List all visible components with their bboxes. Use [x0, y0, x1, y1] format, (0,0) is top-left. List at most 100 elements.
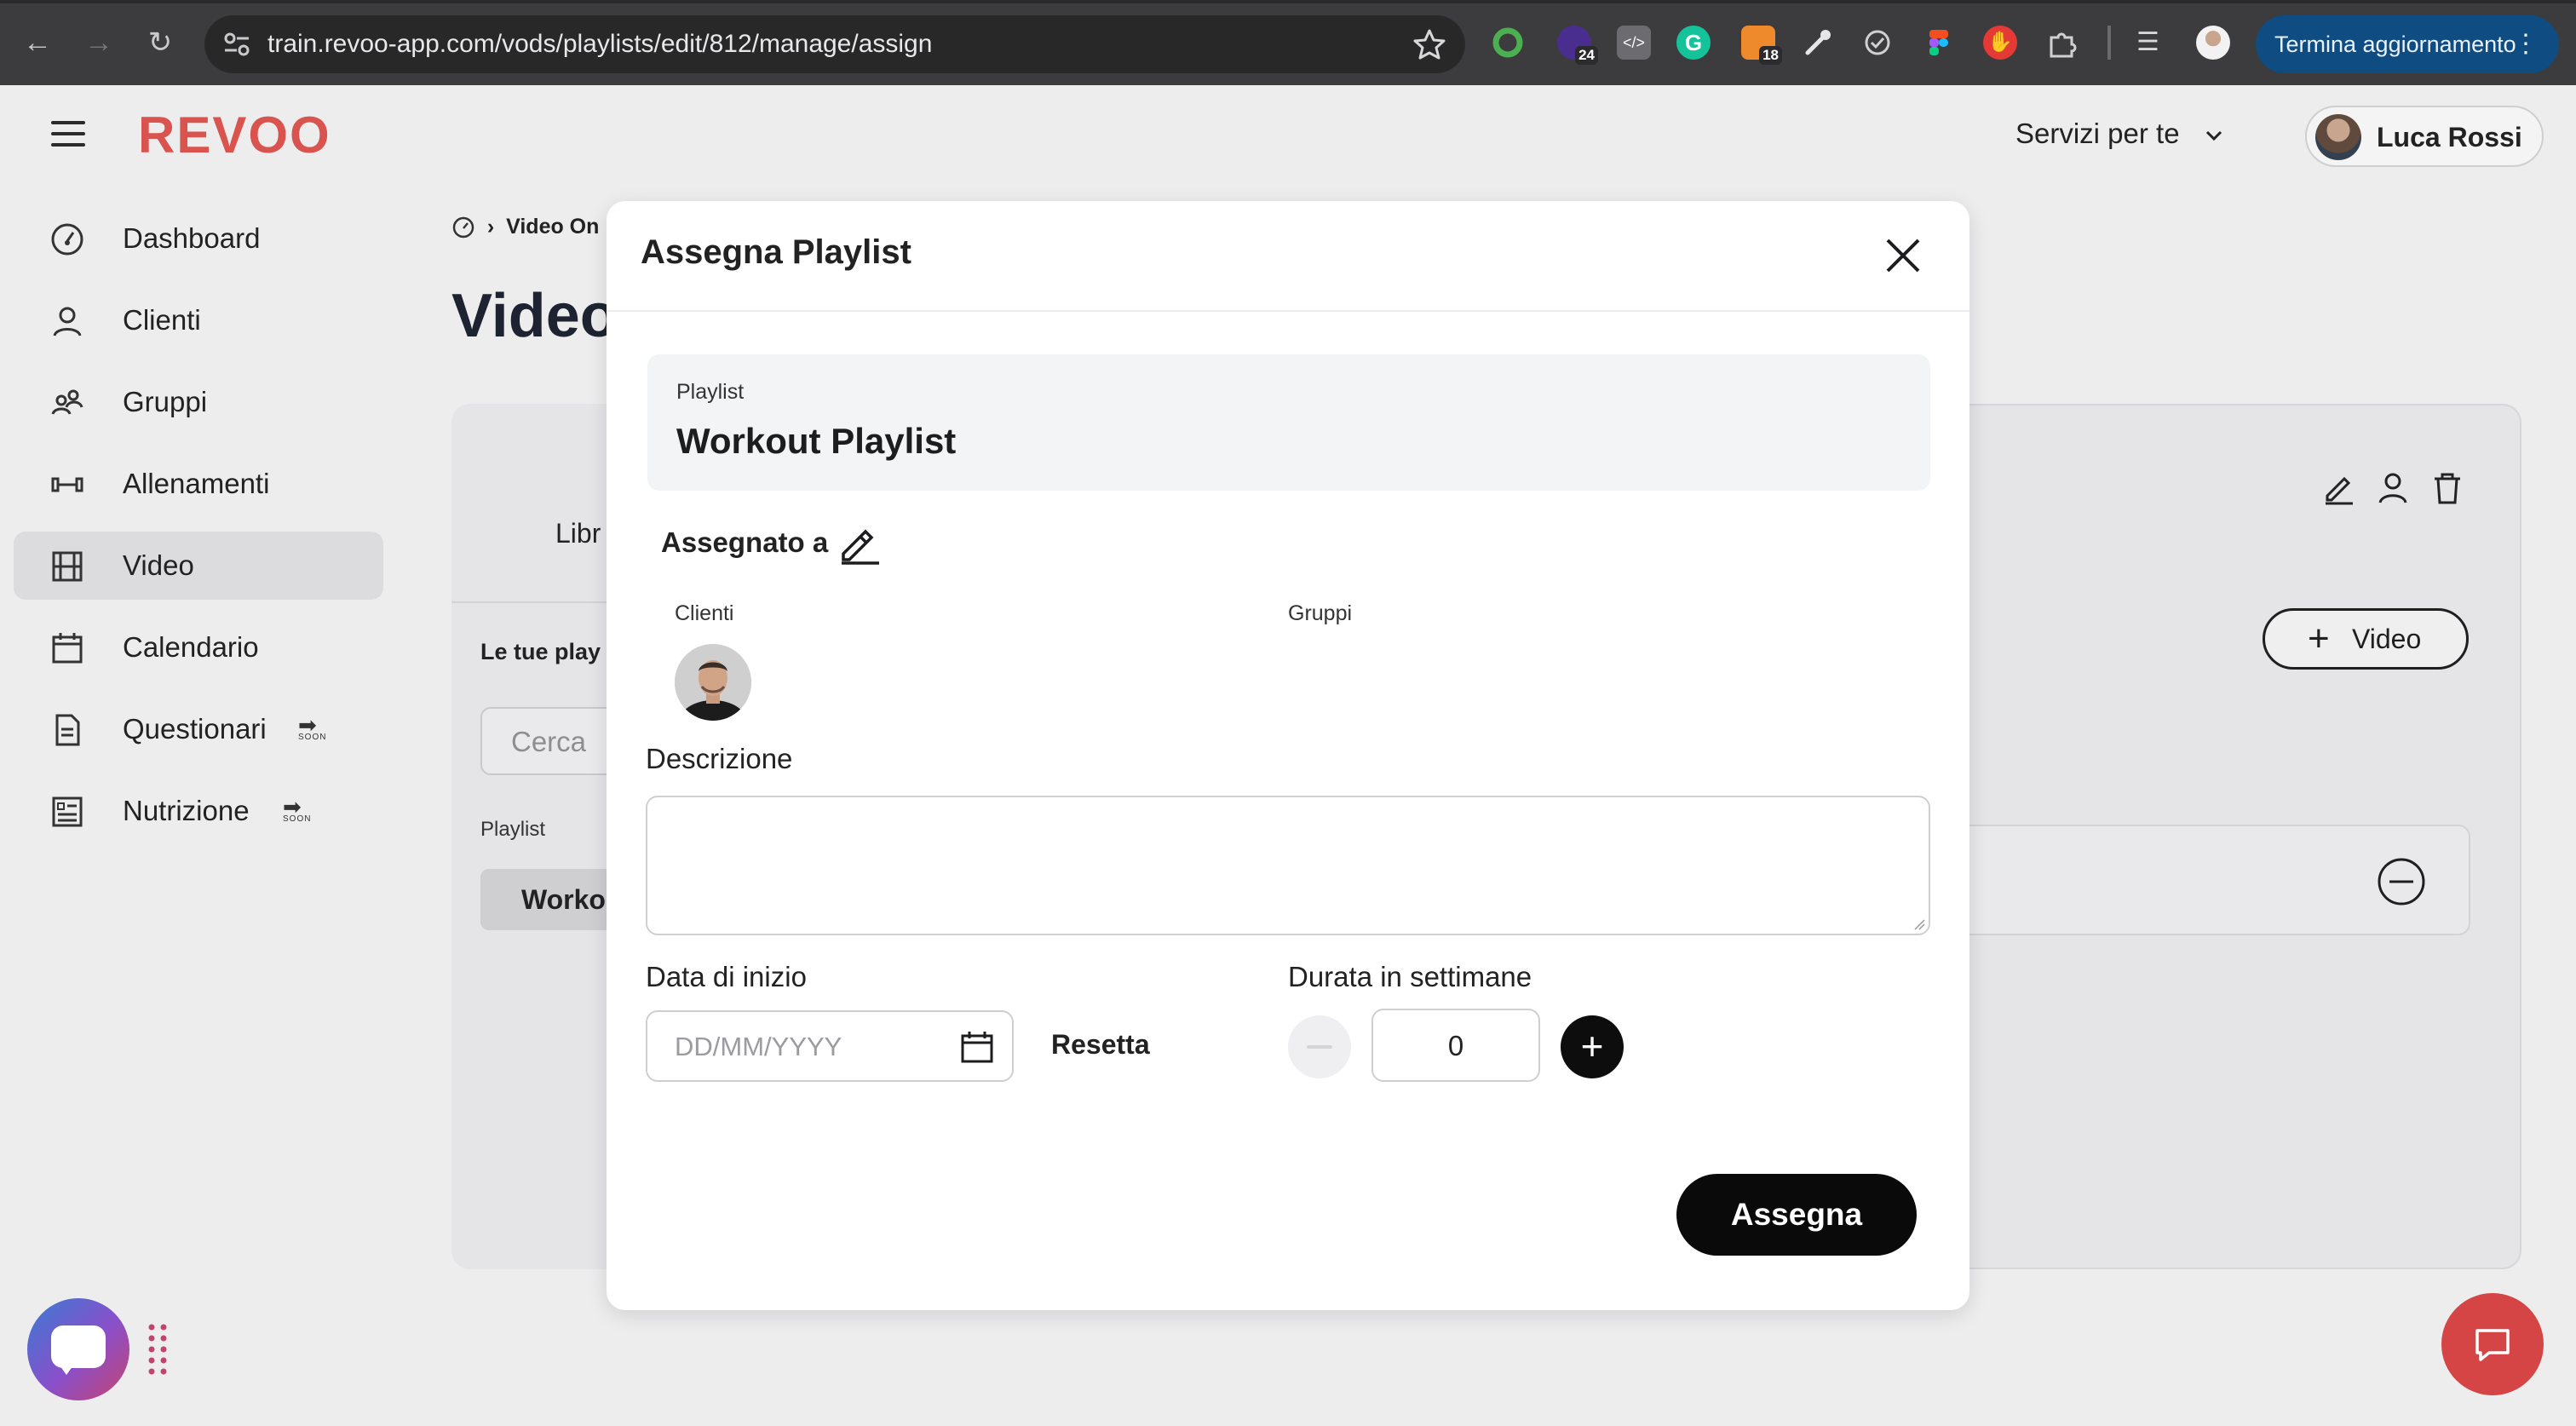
close-icon[interactable] — [1881, 233, 1925, 278]
user-menu[interactable]: Luca Rossi — [2305, 106, 2544, 167]
bookmark-star-icon[interactable] — [1412, 27, 1446, 61]
update-button[interactable]: Termina aggiornamento ⋮ — [2256, 15, 2559, 73]
breadcrumb-item[interactable]: Video On — [506, 215, 599, 239]
playlist-summary: Playlist Workout Playlist — [647, 354, 1930, 491]
revoo-logo[interactable]: REVOO — [138, 106, 331, 164]
sidebar-item-calendario[interactable]: Calendario — [14, 613, 383, 681]
sidebar-item-dashboard[interactable]: Dashboard — [14, 204, 383, 273]
site-settings-icon[interactable] — [220, 27, 254, 61]
user-icon[interactable] — [2375, 470, 2411, 506]
extension-hand-icon[interactable]: ✋ — [1983, 26, 2017, 60]
drag-handle-icon[interactable] — [147, 1322, 169, 1377]
document-icon — [55, 714, 80, 746]
messages-button[interactable] — [2441, 1293, 2544, 1395]
reload-icon[interactable]: ↻ — [141, 24, 179, 61]
hamburger-menu-icon[interactable] — [51, 121, 85, 147]
url-text[interactable]: train.revoo-app.com/vods/playlists/edit/… — [267, 15, 932, 73]
extension-check-icon[interactable] — [1860, 26, 1895, 60]
playlist-name: Worko — [521, 884, 606, 915]
extensions-puzzle-icon[interactable] — [2044, 26, 2079, 60]
sidebar-item-video[interactable]: Video — [14, 532, 383, 600]
more-vertical-icon[interactable]: ⋮ — [2513, 15, 2539, 73]
sidebar-item-allenamenti[interactable]: Allenamenti — [14, 450, 383, 518]
extension-code-icon[interactable]: </> — [1617, 26, 1651, 60]
sidebar-item-label: Allenamenti — [123, 468, 270, 499]
breadcrumb: › Video On — [451, 215, 599, 239]
trash-icon[interactable] — [2429, 470, 2465, 506]
increment-button[interactable]: + — [1561, 1015, 1624, 1078]
sidebar-item-label: Gruppi — [123, 386, 208, 417]
resize-handle-icon[interactable] — [1913, 918, 1925, 930]
add-video-button[interactable]: + Video — [2263, 608, 2469, 670]
extension-figma-icon[interactable] — [1922, 26, 1956, 60]
playlist-value: Workout Playlist — [676, 421, 957, 461]
calendar-icon — [52, 633, 83, 664]
chat-bubble-icon — [51, 1325, 106, 1368]
playlist-column-label: Playlist — [480, 818, 546, 841]
description-textarea[interactable] — [646, 796, 1930, 935]
forward-icon[interactable]: → — [80, 24, 118, 61]
user-name: Luca Rossi — [2377, 122, 2522, 152]
support-chat-button[interactable] — [27, 1298, 129, 1400]
sidebar-item-label: Questionari — [123, 713, 267, 745]
address-bar[interactable]: train.revoo-app.com/vods/playlists/edit/… — [204, 15, 1465, 73]
pencil-icon[interactable] — [838, 523, 883, 566]
services-label: Servizi per te — [2015, 118, 2180, 149]
extension-hat-icon[interactable]: 24 — [1557, 26, 1598, 65]
sidebar-item-label: Calendario — [123, 631, 259, 663]
assign-playlist-modal: Assegna Playlist Playlist Workout Playli… — [607, 201, 1969, 1310]
sidebar-item-label: Dashboard — [123, 222, 261, 254]
update-button-label: Termina aggiornamento — [2274, 32, 2516, 57]
plus-icon: + — [2308, 618, 2330, 659]
sidebar-item-questionari[interactable]: Questionari ➡ SOON — [14, 695, 383, 763]
modal-title: Assegna Playlist — [641, 233, 911, 271]
profile-avatar-icon[interactable] — [2196, 26, 2230, 60]
search-placeholder: Cerca — [511, 726, 587, 757]
sidebar-item-nutrizione[interactable]: Nutrizione ➡ SOON — [14, 777, 383, 845]
avatar[interactable] — [675, 644, 751, 721]
sidebar-item-clienti[interactable]: Clienti — [14, 286, 383, 354]
reset-button[interactable]: Resetta — [1051, 1029, 1150, 1061]
library-card: Libr Le tue play Cerca Playlist Worko — [451, 404, 651, 1269]
list-item — [1959, 825, 2470, 935]
tab-library[interactable]: Libr — [555, 518, 601, 549]
chevron-down-icon — [2205, 131, 2222, 141]
playlist-key: Playlist — [676, 380, 745, 404]
assign-button[interactable]: Assegna — [1676, 1174, 1917, 1256]
gauge-icon — [51, 223, 83, 256]
section-title: Le tue play — [480, 639, 601, 664]
pencil-icon[interactable] — [2320, 470, 2356, 506]
extension-badge-count: 18 — [1759, 46, 1782, 65]
user-icon — [53, 307, 82, 336]
extension-green-ring-icon[interactable] — [1491, 26, 1525, 60]
assigned-to-label: Assegnato a — [661, 526, 829, 558]
gauge-icon[interactable] — [451, 216, 475, 239]
extension-eyedropper-icon[interactable] — [1801, 26, 1835, 60]
start-date-label: Data di inizio — [646, 961, 807, 992]
tab-strip-edge — [0, 0, 2576, 3]
avatar — [2315, 114, 2361, 160]
remove-circle-icon[interactable] — [2377, 857, 2426, 906]
media-queue-icon[interactable]: ☰ — [2136, 26, 2171, 60]
message-square-icon — [2475, 1329, 2510, 1361]
divider — [451, 601, 622, 603]
extension-badge-count: 24 — [1575, 46, 1598, 65]
start-date-input[interactable]: DD/MM/YYYY — [646, 1010, 1014, 1082]
clients-label: Clienti — [675, 601, 734, 625]
playlist-detail-card: + Video — [1959, 404, 2521, 1269]
duration-weeks-input[interactable]: 0 — [1371, 1009, 1540, 1082]
sidebar-item-label: Nutrizione — [123, 795, 250, 826]
groups-label: Gruppi — [1288, 601, 1353, 625]
minus-icon — [1307, 1045, 1332, 1049]
sidebar-item-label: Video — [123, 549, 194, 581]
calendar-icon[interactable] — [959, 1029, 995, 1065]
extension-grammarly-icon[interactable]: G — [1676, 26, 1711, 60]
add-video-label: Video — [2352, 624, 2422, 654]
description-label: Descrizione — [646, 743, 793, 774]
decrement-button[interactable] — [1288, 1015, 1351, 1078]
extension-orange-icon[interactable]: 18 — [1741, 26, 1782, 65]
services-dropdown[interactable]: Servizi per te — [2015, 118, 2227, 150]
back-icon[interactable]: ← — [19, 24, 56, 61]
sidebar-item-gruppi[interactable]: Gruppi — [14, 368, 383, 436]
start-date-placeholder: DD/MM/YYYY — [675, 1032, 842, 1061]
